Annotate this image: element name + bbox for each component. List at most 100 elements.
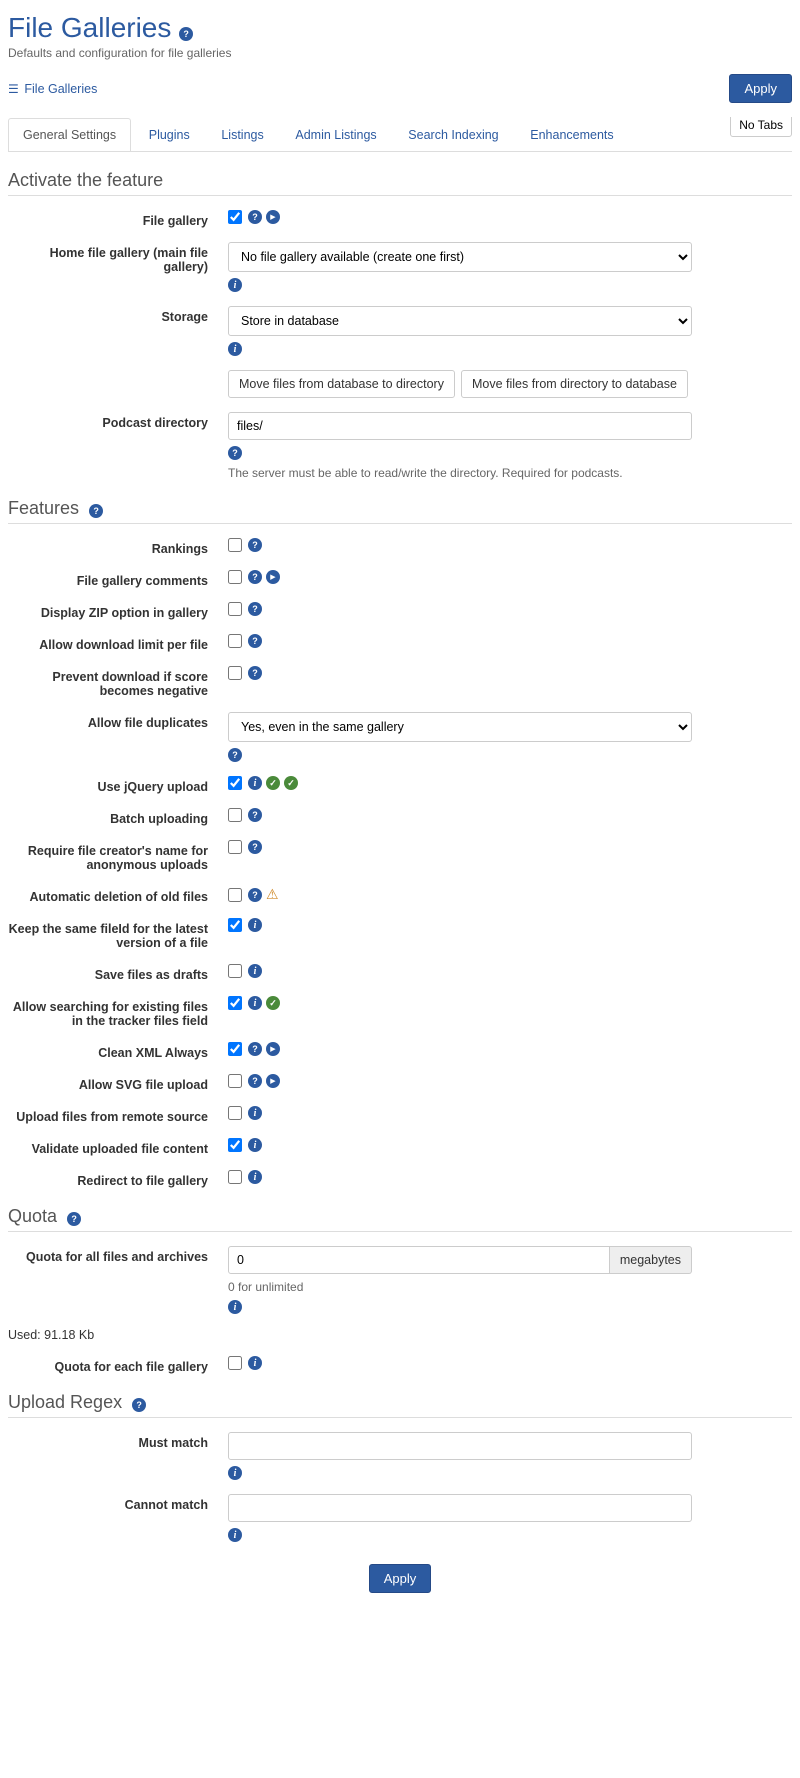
help-icon[interactable]: ? (248, 888, 262, 902)
help-icon[interactable]: ? (248, 1042, 262, 1056)
duplicates-label: Allow file duplicates (8, 712, 228, 730)
play-icon[interactable]: ▶ (266, 210, 280, 224)
info-icon[interactable]: i (248, 1106, 262, 1120)
svg-label: Allow SVG file upload (8, 1074, 228, 1092)
quota-help: 0 for unlimited (228, 1280, 692, 1294)
home-gallery-select[interactable]: No file gallery available (create one fi… (228, 242, 692, 272)
move-dir-to-db-button[interactable]: Move files from directory to database (461, 370, 688, 398)
warning-icon[interactable]: ⚠ (266, 886, 279, 903)
help-icon[interactable]: ? (89, 504, 103, 518)
info-icon[interactable]: i (228, 1528, 242, 1542)
check-icon[interactable]: ✓ (266, 776, 280, 790)
play-icon[interactable]: ▶ (266, 1042, 280, 1056)
info-icon[interactable]: i (248, 918, 262, 932)
redirect-label: Redirect to file gallery (8, 1170, 228, 1188)
help-icon[interactable]: ? (248, 210, 262, 224)
quota-each-checkbox[interactable] (228, 1356, 242, 1370)
quota-all-input[interactable] (228, 1246, 610, 1274)
help-icon[interactable]: ? (179, 27, 193, 41)
comments-checkbox[interactable] (228, 570, 242, 584)
svg-checkbox[interactable] (228, 1074, 242, 1088)
info-icon[interactable]: i (228, 1300, 242, 1314)
prevent-neg-checkbox[interactable] (228, 666, 242, 680)
tab-plugins[interactable]: Plugins (135, 119, 204, 151)
prevent-neg-label: Prevent download if score becomes negati… (8, 666, 228, 698)
info-icon[interactable]: i (248, 1138, 262, 1152)
tab-search-indexing[interactable]: Search Indexing (394, 119, 512, 151)
home-gallery-label: Home file gallery (main file gallery) (8, 242, 228, 274)
help-icon[interactable]: ? (248, 634, 262, 648)
quota-unit: megabytes (610, 1246, 692, 1274)
help-icon[interactable]: ? (248, 666, 262, 680)
remote-label: Upload files from remote source (8, 1106, 228, 1124)
play-icon[interactable]: ▶ (266, 1074, 280, 1088)
help-icon[interactable]: ? (248, 570, 262, 584)
check-icon[interactable]: ✓ (266, 996, 280, 1010)
file-gallery-checkbox[interactable] (228, 210, 242, 224)
apply-button-top[interactable]: Apply (729, 74, 792, 103)
help-icon[interactable]: ? (228, 748, 242, 762)
auto-delete-checkbox[interactable] (228, 888, 242, 902)
dl-limit-checkbox[interactable] (228, 634, 242, 648)
help-icon[interactable]: ? (248, 840, 262, 854)
rankings-checkbox[interactable] (228, 538, 242, 552)
remote-checkbox[interactable] (228, 1106, 242, 1120)
play-icon[interactable]: ▶ (266, 570, 280, 584)
drafts-label: Save files as drafts (8, 964, 228, 982)
info-icon[interactable]: i (228, 1466, 242, 1480)
info-icon[interactable]: i (248, 1170, 262, 1184)
section-activate: Activate the feature (8, 170, 792, 196)
podcast-help: The server must be able to read/write th… (228, 466, 692, 480)
help-icon[interactable]: ? (132, 1398, 146, 1412)
jquery-checkbox[interactable] (228, 776, 242, 790)
help-icon[interactable]: ? (228, 446, 242, 460)
info-icon[interactable]: i (248, 996, 262, 1010)
must-match-input[interactable] (228, 1432, 692, 1460)
file-gallery-label: File gallery (8, 210, 228, 228)
apply-button-bottom[interactable]: Apply (369, 1564, 432, 1593)
creator-anon-checkbox[interactable] (228, 840, 242, 854)
cannot-match-input[interactable] (228, 1494, 692, 1522)
clean-xml-checkbox[interactable] (228, 1042, 242, 1056)
help-icon[interactable]: ? (248, 808, 262, 822)
info-icon[interactable]: i (248, 964, 262, 978)
drafts-checkbox[interactable] (228, 964, 242, 978)
quota-all-label: Quota for all files and archives (8, 1246, 228, 1264)
info-icon[interactable]: i (228, 278, 242, 292)
comments-label: File gallery comments (8, 570, 228, 588)
check-icon[interactable]: ✓ (284, 776, 298, 790)
podcast-input[interactable] (228, 412, 692, 440)
keep-fileid-checkbox[interactable] (228, 918, 242, 932)
quota-each-label: Quota for each file gallery (8, 1356, 228, 1374)
tab-general-settings[interactable]: General Settings (8, 118, 131, 152)
list-icon: ☰ (8, 82, 19, 96)
duplicates-select[interactable]: Yes, even in the same gallery (228, 712, 692, 742)
info-icon[interactable]: i (248, 776, 262, 790)
info-icon[interactable]: i (228, 342, 242, 356)
auto-delete-label: Automatic deletion of old files (8, 886, 228, 904)
zip-checkbox[interactable] (228, 602, 242, 616)
help-icon[interactable]: ? (248, 1074, 262, 1088)
no-tabs-button[interactable]: No Tabs (730, 117, 792, 137)
tracker-search-label: Allow searching for existing files in th… (8, 996, 228, 1028)
tab-enhancements[interactable]: Enhancements (516, 119, 627, 151)
creator-anon-label: Require file creator's name for anonymou… (8, 840, 228, 872)
cannot-match-label: Cannot match (8, 1494, 228, 1512)
storage-select[interactable]: Store in database (228, 306, 692, 336)
section-quota: Quota ? (8, 1206, 792, 1232)
tracker-search-checkbox[interactable] (228, 996, 242, 1010)
breadcrumb-link[interactable]: File Galleries (24, 82, 97, 96)
dl-limit-label: Allow download limit per file (8, 634, 228, 652)
tab-listings[interactable]: Listings (207, 119, 277, 151)
help-icon[interactable]: ? (248, 602, 262, 616)
validate-checkbox[interactable] (228, 1138, 242, 1152)
redirect-checkbox[interactable] (228, 1170, 242, 1184)
keep-fileid-label: Keep the same fileId for the latest vers… (8, 918, 228, 950)
tab-admin-listings[interactable]: Admin Listings (281, 119, 390, 151)
info-icon[interactable]: i (248, 1356, 262, 1370)
help-icon[interactable]: ? (248, 538, 262, 552)
help-icon[interactable]: ? (67, 1212, 81, 1226)
batch-checkbox[interactable] (228, 808, 242, 822)
move-db-to-dir-button[interactable]: Move files from database to directory (228, 370, 455, 398)
page-title: File Galleries ? (8, 12, 792, 44)
